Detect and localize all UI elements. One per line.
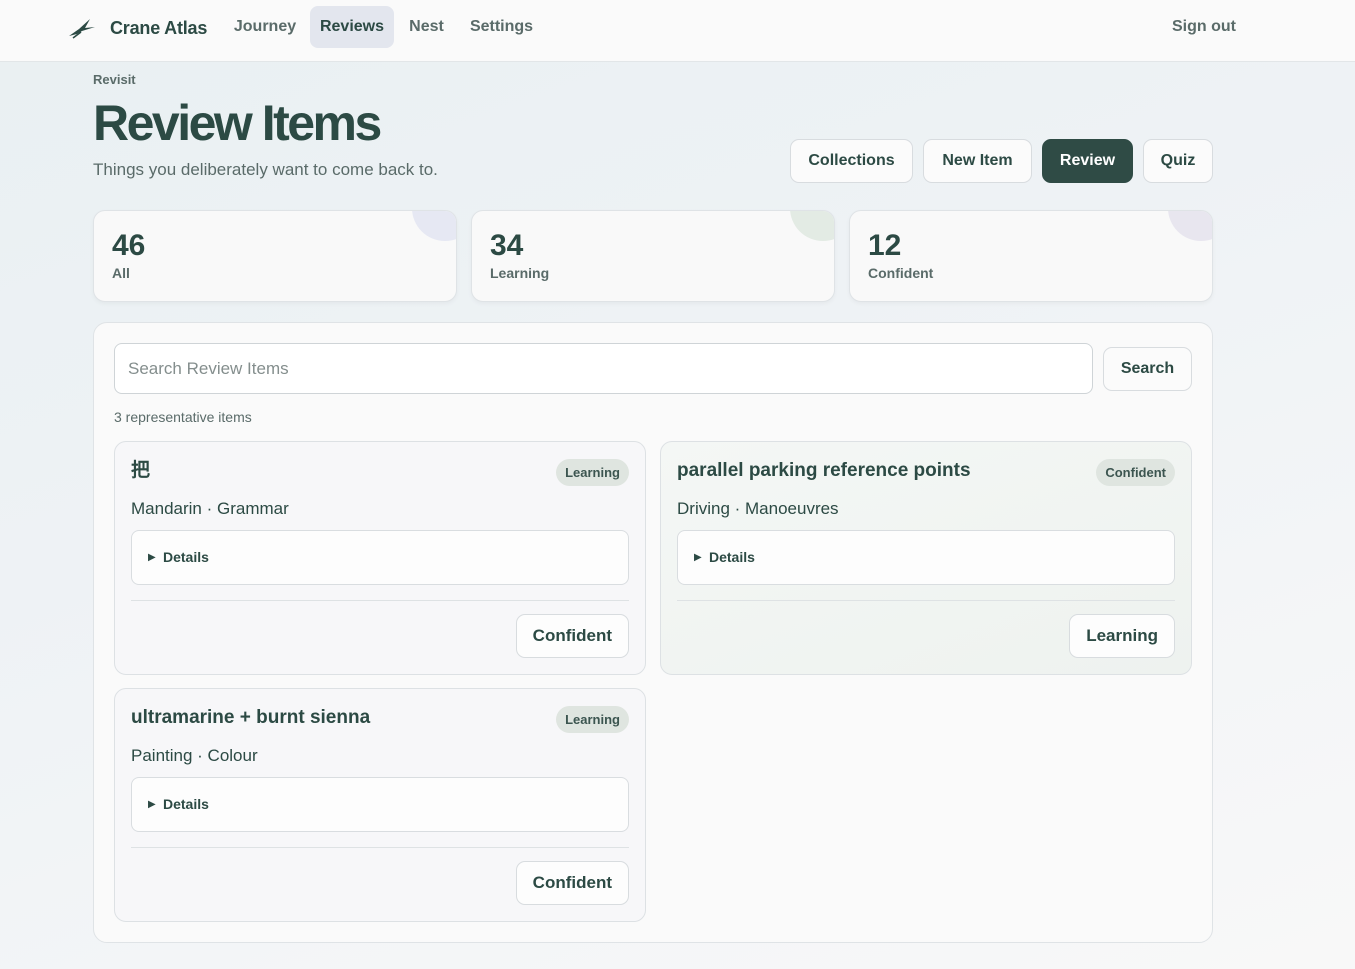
stat-label: Confident [868,265,934,281]
divider [131,847,629,848]
item-title: parallel parking reference points [677,460,971,481]
status-badge: Learning [556,706,629,733]
divider [131,600,629,601]
review-items-panel: Search 3 representative items 把 Learning… [93,322,1213,943]
details-label: Details [163,796,209,812]
stat-card-all[interactable]: 46 All [93,210,457,302]
page-subtitle: Things you deliberately want to come bac… [93,160,438,179]
stat-card-confident[interactable]: 12 Confident [849,210,1213,302]
decorative-circle [790,211,834,241]
details-label: Details [163,549,209,565]
details-label: Details [709,549,755,565]
sign-out-link[interactable]: Sign out [1172,6,1236,48]
search-button[interactable]: Search [1103,347,1192,391]
status-badge: Confident [1096,459,1175,486]
details-disclosure[interactable]: ▶ Details [131,777,629,832]
review-button[interactable]: Review [1042,139,1133,183]
item-meta: Painting · Colour [131,746,258,765]
details-disclosure[interactable]: ▶ Details [131,530,629,585]
collections-button[interactable]: Collections [790,139,913,183]
stat-value: 34 [490,229,524,262]
nav-item-reviews[interactable]: Reviews [310,6,394,48]
nav-item-settings[interactable]: Settings [461,6,542,48]
page-eyebrow: Revisit [93,72,136,87]
triangle-right-icon: ▶ [694,552,702,563]
nav-item-nest[interactable]: Nest [397,6,456,48]
stat-label: Learning [490,265,550,281]
top-navigation-bar: Crane Atlas Journey Reviews Nest Setting… [0,0,1355,62]
triangle-right-icon: ▶ [148,552,156,563]
mark-confident-button[interactable]: Confident [515,614,629,658]
mark-learning-button[interactable]: Learning [1069,614,1175,658]
item-title: 把 [131,460,151,481]
stat-card-learning[interactable]: 34 Learning [471,210,835,302]
nav-item-journey[interactable]: Journey [223,6,307,48]
item-title: ultramarine + burnt sienna [131,707,371,728]
status-badge: Learning [556,459,629,486]
crane-logo-icon [69,19,95,39]
review-item-card: ultramarine + burnt sienna Learning Pain… [114,688,646,922]
stat-label: All [112,265,130,281]
mark-confident-button[interactable]: Confident [515,861,629,905]
results-count: 3 representative items [114,409,252,425]
decorative-circle [412,211,456,241]
review-item-card: parallel parking reference points Confid… [660,441,1192,675]
divider [677,600,1175,601]
item-meta: Mandarin · Grammar [131,499,289,518]
search-input[interactable] [114,343,1093,394]
item-meta: Driving · Manoeuvres [677,499,839,518]
decorative-circle [1168,211,1212,241]
review-item-card: 把 Learning Mandarin · Grammar ▶ Details … [114,441,646,675]
page-title: Review Items [93,95,382,151]
quiz-button[interactable]: Quiz [1143,139,1213,183]
triangle-right-icon: ▶ [148,799,156,810]
new-item-button[interactable]: New Item [923,139,1032,183]
stat-value: 46 [112,229,146,262]
app-name: Crane Atlas [110,17,208,38]
details-disclosure[interactable]: ▶ Details [677,530,1175,585]
stat-value: 12 [868,229,902,262]
brand[interactable]: Crane Atlas [68,14,207,42]
